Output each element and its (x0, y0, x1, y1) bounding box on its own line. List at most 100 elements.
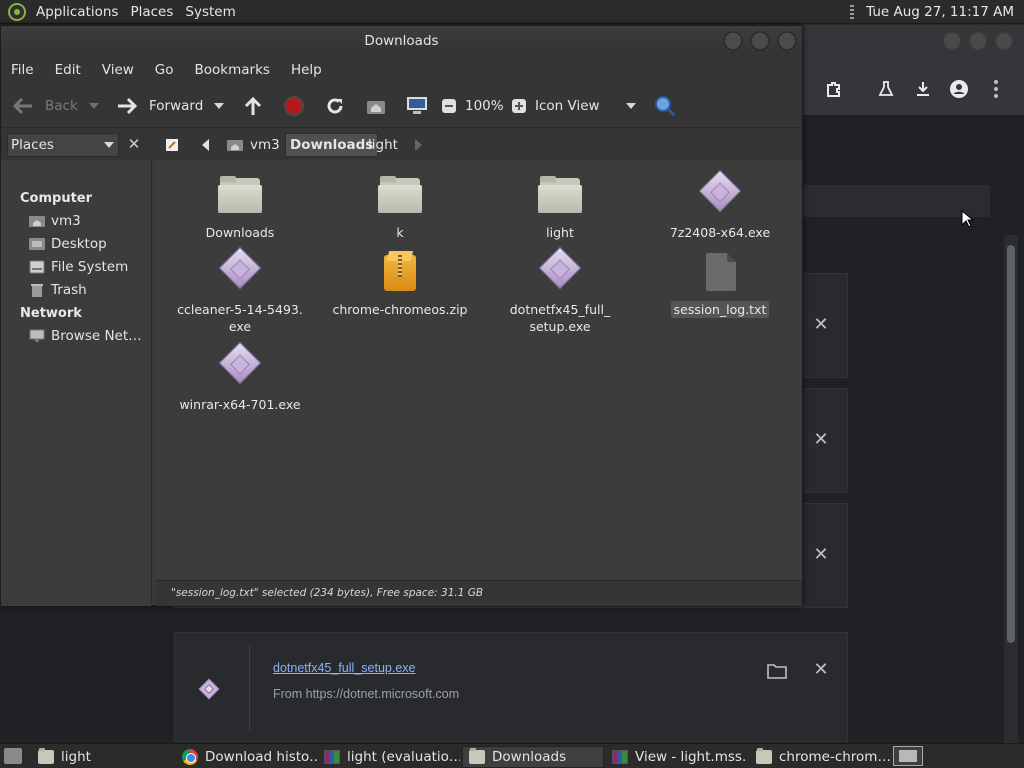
reload-button[interactable] (324, 84, 346, 128)
profile-avatar-icon[interactable] (947, 77, 971, 101)
status-text: "session_log.txt" selected (234 bytes), … (171, 587, 484, 599)
home-folder-icon (29, 216, 45, 227)
breadcrumb-light[interactable]: light (364, 133, 402, 157)
computer-button[interactable] (405, 84, 429, 128)
taskbar-item-downloads[interactable]: Downloads (462, 746, 604, 768)
breadcrumb-vm3[interactable]: vm3 (222, 133, 284, 157)
zoom-in-icon[interactable] (511, 98, 527, 114)
panel-clock[interactable]: Tue Aug 27, 11:17 AM (860, 0, 1020, 24)
file-item-ccleaner[interactable]: ccleaner-5-14-5493. exe (160, 246, 320, 335)
file-item-k[interactable]: k (320, 172, 480, 241)
menu-bookmarks[interactable]: Bookmarks (185, 62, 281, 78)
folder-icon (536, 172, 584, 220)
close-button[interactable] (777, 31, 797, 51)
remove-download-icon[interactable]: ✕ (812, 546, 830, 564)
winrar-icon (612, 750, 628, 764)
file-icon-view[interactable]: Downloads k light 7z2408-x64.exe ccleane… (156, 160, 802, 579)
download-source-text: From https://dotnet.microsoft.com (273, 687, 460, 701)
system-menu[interactable]: System (179, 0, 241, 24)
winrar-icon (324, 750, 340, 764)
taskbar-item-winrar-view[interactable]: View - light.mss… (606, 746, 748, 768)
sidebar-heading-network: Network (20, 306, 82, 321)
mate-logo-icon[interactable] (8, 2, 26, 21)
maximize-button[interactable] (750, 31, 770, 51)
taskbar-item-chrome[interactable]: Download histo… (176, 746, 318, 768)
chrome-menu-icon[interactable] (984, 77, 1008, 101)
file-manager-window: Downloads File Edit View Go Bookmarks He… (0, 25, 803, 606)
up-arrow-icon (244, 96, 262, 115)
file-item-chrome-zip[interactable]: chrome-chromeos.zip (320, 249, 480, 318)
places-sidebar: Computer vm3 Desktop File System Trash N… (1, 160, 152, 606)
taskbar-item-chrome-folder[interactable]: chrome-chrom… (750, 746, 890, 768)
stop-button[interactable] (283, 84, 305, 128)
file-item-session-log[interactable]: session_log.txt (640, 249, 800, 318)
sidebar-item-desktop[interactable]: Desktop (29, 234, 147, 254)
stop-icon (284, 96, 304, 116)
forward-history-dropdown[interactable] (214, 84, 224, 128)
zoom-out-icon[interactable] (441, 98, 457, 114)
close-sidebar-icon[interactable]: ✕ (125, 135, 143, 153)
home-button[interactable] (365, 84, 387, 128)
chrome-scrollbar[interactable] (1004, 235, 1018, 743)
sidebar-item-file-system[interactable]: File System (29, 257, 147, 277)
window-titlebar[interactable]: Downloads (1, 26, 802, 56)
network-icon (29, 329, 45, 342)
folder-icon (756, 748, 772, 764)
extensions-icon[interactable] (822, 77, 846, 101)
text-file-icon (696, 249, 744, 297)
folder-icon (38, 748, 54, 764)
file-item-winrar[interactable]: winrar-x64-701.exe (160, 341, 320, 413)
exe-file-icon (216, 341, 264, 392)
download-file-link[interactable]: dotnetfx45_full_setup.exe (273, 661, 415, 675)
forward-button[interactable]: Forward (115, 84, 203, 128)
file-item-downloads[interactable]: Downloads (160, 172, 320, 241)
menu-file[interactable]: File (1, 62, 45, 78)
taskbar-item-light[interactable]: light (32, 746, 170, 768)
labs-flask-icon[interactable] (874, 77, 898, 101)
workspace-switcher[interactable] (893, 746, 923, 766)
breadcrumb-scroll-right[interactable] (409, 133, 427, 157)
back-history-dropdown[interactable] (89, 84, 99, 128)
sidebar-item-browse-network[interactable]: Browse Net… (29, 326, 147, 346)
zoom-control[interactable]: 100% (441, 84, 527, 128)
menu-bar: File Edit View Go Bookmarks Help (1, 56, 802, 84)
minimize-button[interactable] (723, 31, 743, 51)
menu-help[interactable]: Help (281, 62, 333, 78)
file-item-dotnetfx[interactable]: dotnetfx45_full_ setup.exe (480, 246, 640, 335)
show-desktop-icon[interactable] (4, 748, 22, 764)
menu-view[interactable]: View (92, 62, 145, 78)
sidebar-item-trash[interactable]: Trash (29, 280, 147, 300)
search-button[interactable] (653, 84, 677, 128)
applications-menu[interactable]: Applications (30, 0, 124, 24)
menu-edit[interactable]: Edit (45, 62, 92, 78)
toggle-location-entry-icon[interactable] (161, 133, 183, 157)
zoom-level: 100% (465, 98, 504, 114)
chrome-maximize-button[interactable] (968, 31, 988, 51)
chrome-minimize-button[interactable] (942, 31, 962, 51)
view-mode-select[interactable]: Icon View (535, 84, 639, 128)
places-menu[interactable]: Places (124, 0, 179, 24)
back-button[interactable]: Back (11, 84, 78, 128)
home-folder-icon (227, 140, 243, 151)
exe-file-icon (696, 169, 744, 220)
location-bar: Places ✕ vm3 Downloads light (1, 128, 802, 160)
chrome-close-button[interactable] (994, 31, 1014, 51)
download-icon[interactable] (911, 77, 935, 101)
remove-download-icon[interactable]: ✕ (812, 661, 830, 679)
show-in-folder-icon[interactable] (767, 663, 787, 679)
breadcrumb-scroll-left[interactable] (196, 133, 216, 157)
exe-file-icon (198, 678, 220, 700)
reload-icon (327, 98, 343, 114)
sidebar-item-vm3[interactable]: vm3 (29, 211, 147, 231)
remove-download-icon[interactable]: ✕ (812, 316, 830, 334)
scrollbar-thumb[interactable] (1007, 245, 1015, 643)
zip-archive-icon (376, 249, 424, 297)
taskbar-item-winrar-light[interactable]: light (evaluatio… (318, 746, 460, 768)
file-item-light[interactable]: light (480, 172, 640, 241)
sidebar-type-select[interactable]: Places (7, 133, 119, 157)
menu-go[interactable]: Go (145, 62, 185, 78)
download-card-dotnetfx: dotnetfx45_full_setup.exe From https://d… (174, 632, 848, 742)
remove-download-icon[interactable]: ✕ (812, 431, 830, 449)
file-item-7z2408[interactable]: 7z2408-x64.exe (640, 169, 800, 241)
up-button[interactable] (242, 84, 264, 128)
